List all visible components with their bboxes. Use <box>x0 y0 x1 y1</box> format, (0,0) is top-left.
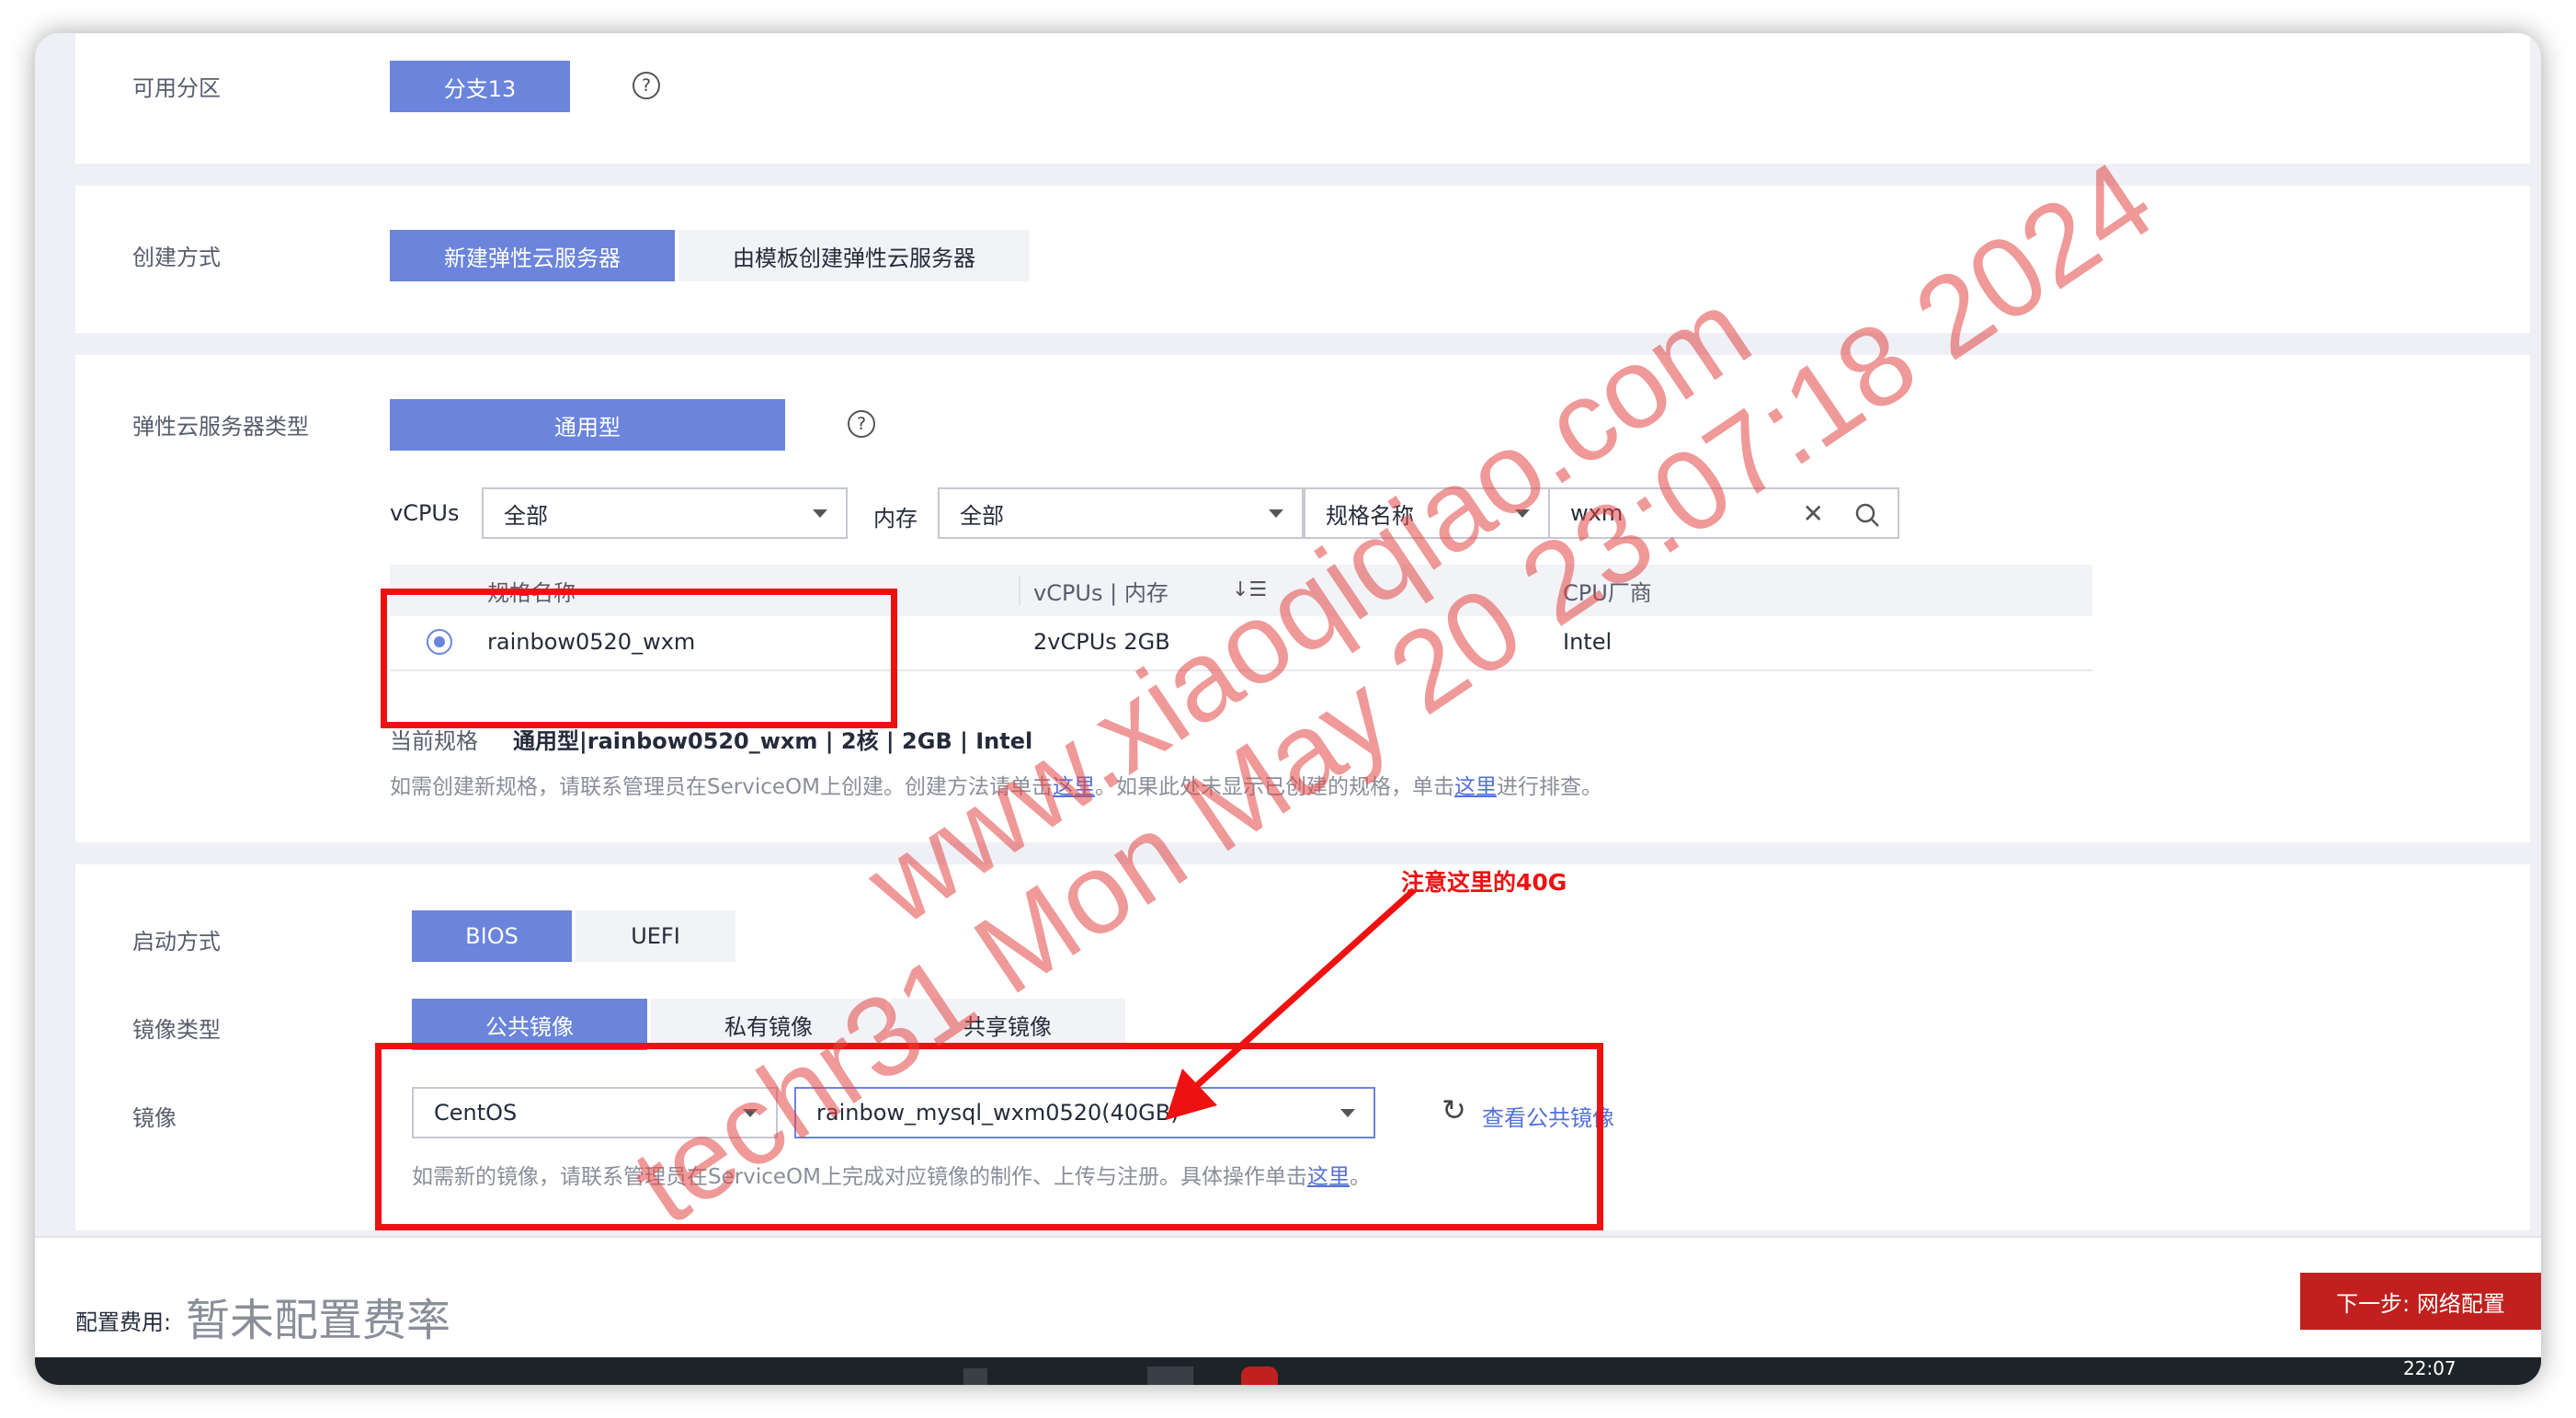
taskbar-app-2[interactable] <box>1147 1367 1193 1385</box>
chevron-down-icon <box>813 509 827 518</box>
fee-value: 暂未配置费率 <box>186 1295 451 1346</box>
help-icon[interactable]: ? <box>633 72 660 99</box>
ecs-type-label: 弹性云服务器类型 <box>132 414 309 440</box>
taskbar-app-1[interactable] <box>963 1368 987 1385</box>
taskbar: 22:07 <box>35 1357 2541 1385</box>
create-from-template-button[interactable]: 由模板创建弹性云服务器 <box>678 230 1030 281</box>
create-mode-panel: 创建方式 新建弹性云服务器 由模板创建弹性云服务器 <box>75 186 2530 333</box>
image-label: 镜像 <box>132 1105 177 1131</box>
chevron-down-icon <box>1269 509 1283 518</box>
memory-select-value: 全部 <box>960 502 1004 529</box>
search-icon[interactable] <box>1853 501 1881 529</box>
az-panel: 可用分区 分支13 ? <box>75 33 2530 164</box>
az-label: 可用分区 <box>132 75 221 101</box>
uefi-button[interactable]: UEFI <box>576 910 735 962</box>
boot-mode-label: 启动方式 <box>132 929 221 955</box>
screenshot-frame: 可用分区 分支13 ? 创建方式 新建弹性云服务器 由模板创建弹性云服务器 弹性… <box>35 33 2541 1385</box>
help-icon[interactable]: ? <box>848 410 875 438</box>
next-network-config-button[interactable]: 下一步: 网络配置 <box>2300 1273 2541 1330</box>
taskbar-app-3[interactable] <box>1241 1367 1278 1385</box>
column-divider <box>1019 576 1020 605</box>
flavor-highlight-box <box>381 589 897 728</box>
memory-select[interactable]: 全部 <box>938 487 1304 539</box>
flavor-hint-text-c: 进行排查。 <box>1496 775 1602 799</box>
vcpus-select[interactable]: 全部 <box>482 487 848 539</box>
memory-filter-label: 内存 <box>873 506 918 532</box>
column-header-vcpus-memory: vCPUs | 内存 <box>1033 579 1168 606</box>
taskbar-time: 22:07 <box>2403 1357 2456 1379</box>
fee-label: 配置费用: <box>75 1309 172 1335</box>
create-mode-label: 创建方式 <box>132 245 221 270</box>
annotation-text: 注意这里的40G <box>1401 869 1567 896</box>
bios-button[interactable]: BIOS <box>412 910 572 962</box>
flavor-hint-link-2[interactable]: 这里 <box>1454 775 1497 799</box>
annotation-arrow-icon <box>1166 887 1417 1120</box>
create-new-ecs-button[interactable]: 新建弹性云服务器 <box>390 230 675 281</box>
general-type-button[interactable]: 通用型 <box>390 399 785 451</box>
image-type-label: 镜像类型 <box>132 1017 221 1043</box>
clear-icon[interactable]: ✕ <box>1803 498 1824 529</box>
vcpus-filter-label: vCPUs <box>390 500 460 526</box>
vcpus-select-value: 全部 <box>504 502 548 529</box>
footer-bar: 配置费用: 暂未配置费率 下一步: 网络配置 <box>35 1236 2541 1359</box>
az-option-button[interactable]: 分支13 <box>390 61 570 112</box>
